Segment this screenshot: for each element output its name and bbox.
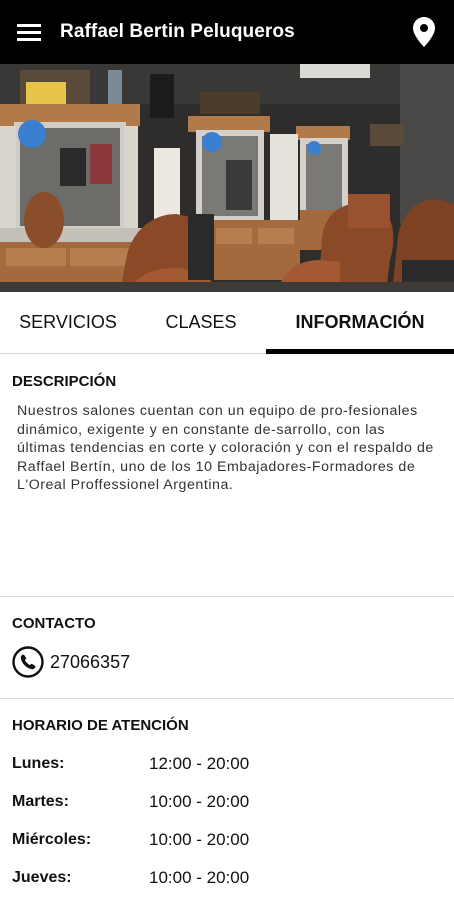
divider [0, 698, 454, 699]
hours-row: Lunes: 12:00 - 20:00 [12, 752, 442, 776]
description-text: Nuestros salones cuentan con un equipo d… [17, 403, 434, 493]
tab-bar: SERVICIOS CLASES INFORMACIÓN [0, 292, 454, 354]
hours-day: Jueves: [12, 869, 72, 886]
hours-time: 12:00 - 20:00 [149, 754, 250, 773]
map-pin-icon [413, 17, 435, 47]
location-button[interactable] [406, 12, 442, 52]
menu-button[interactable] [0, 0, 58, 64]
hours-time: 10:00 - 20:00 [149, 830, 250, 849]
hours-row: Martes: 10:00 - 20:00 [12, 790, 442, 814]
hours-day: Martes: [12, 793, 69, 810]
contact-heading: CONTACTO [12, 615, 96, 632]
hours-heading: HORARIO DE ATENCIÓN [12, 717, 189, 734]
hours-time: 10:00 - 20:00 [149, 792, 250, 811]
hours-row: Miércoles: 10:00 - 20:00 [12, 828, 442, 852]
barbershop-interior-image [0, 64, 454, 292]
app-bar: Raffael Bertin Peluqueros [0, 0, 454, 64]
tab-informacion[interactable]: INFORMACIÓN [266, 292, 454, 354]
description-heading: DESCRIPCIÓN [12, 373, 117, 390]
hours-row: Jueves: 10:00 - 20:00 [12, 866, 442, 890]
hours-day: Miércoles: [12, 831, 92, 848]
tab-servicios[interactable]: SERVICIOS [0, 292, 136, 353]
hamburger-menu-icon [17, 24, 41, 41]
salon-photo [0, 64, 454, 292]
divider [0, 596, 454, 597]
hours-day: Lunes: [12, 755, 65, 772]
app-title: Raffael Bertin Peluqueros [60, 21, 295, 42]
phone-number[interactable]: 27066357 [50, 652, 130, 673]
hours-time: 10:00 - 20:00 [149, 868, 250, 887]
phone-icon [12, 646, 44, 678]
tab-clases[interactable]: CLASES [136, 292, 266, 353]
phone-contact[interactable]: 27066357 [12, 646, 130, 678]
